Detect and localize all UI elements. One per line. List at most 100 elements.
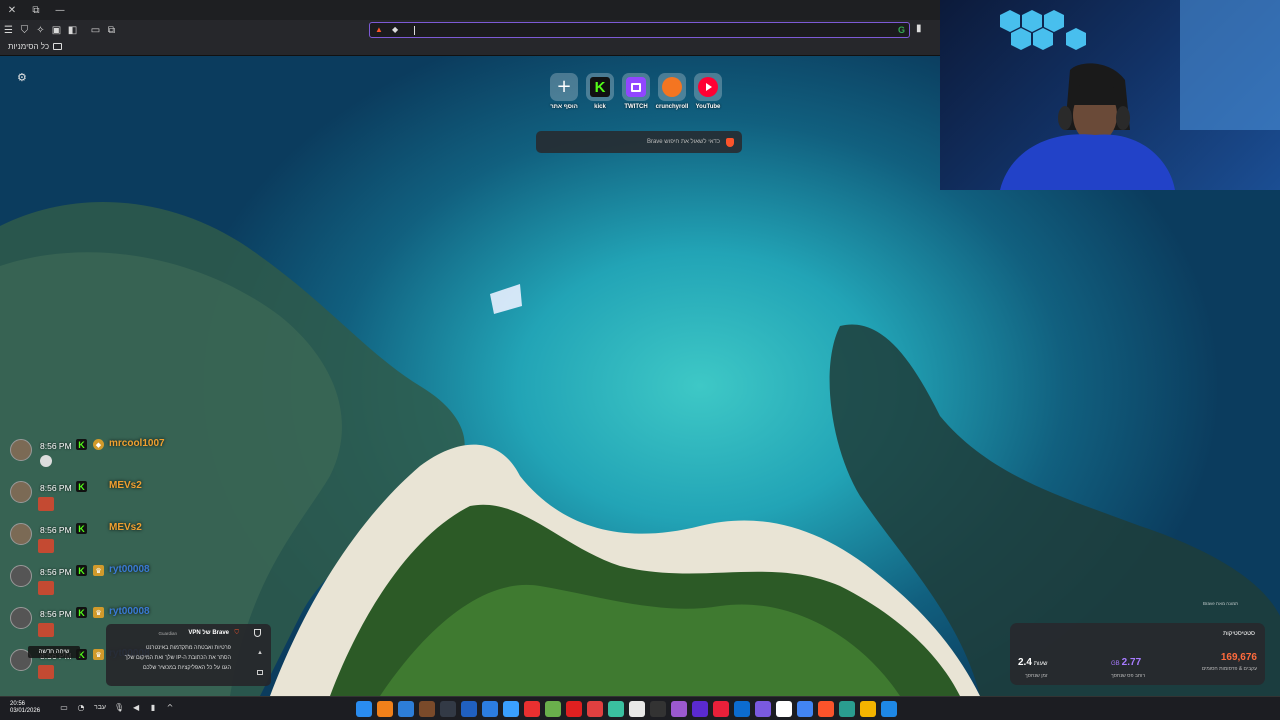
taskbar-app-icon[interactable] [587, 701, 603, 717]
sidebar-icon[interactable]: ◧ [65, 23, 80, 37]
taskbar-app-icon[interactable] [839, 701, 855, 717]
taskbar-app-icon[interactable] [650, 701, 666, 717]
kick-badge-icon: K [76, 481, 87, 492]
taskbar-app-icon[interactable] [734, 701, 750, 717]
taskbar-app-icon[interactable] [356, 701, 372, 717]
clock[interactable]: 20:56 03/01/2026 [10, 701, 40, 715]
taskbar-app-icon[interactable] [881, 701, 897, 717]
notification-icon[interactable]: ▭ [60, 703, 68, 712]
wifi-icon[interactable]: ◔ [77, 703, 85, 712]
taskbar-app-icon[interactable] [524, 701, 540, 717]
chevron-up-icon[interactable]: ^ [166, 703, 174, 712]
taskbar-app-icon[interactable] [860, 701, 876, 717]
top-site-add[interactable]: + הוסף אתר [550, 73, 578, 110]
sub-badge-icon: ◆ [93, 439, 104, 450]
twitch-icon [626, 77, 646, 97]
top-site-twitch[interactable]: TWITCH [622, 73, 650, 110]
brave-lion-icon [726, 137, 734, 147]
vpn-line: פרטיות ואבטחה מתקדמות באינטרנט [145, 645, 231, 651]
taskbar-app-icon[interactable] [671, 701, 687, 717]
top-site-crunchyroll[interactable]: crunchyroll [655, 73, 689, 110]
kick-badge-icon: K [76, 523, 87, 534]
taskbar-app-icon[interactable] [419, 701, 435, 717]
taskbar-app-icon[interactable] [692, 701, 708, 717]
taskbar-app-icon[interactable] [797, 701, 813, 717]
crown-badge-icon: ♛ [93, 649, 104, 660]
extensions-icon[interactable]: ⧉ [104, 23, 119, 37]
language-indicator[interactable]: עבר [94, 704, 106, 711]
youtube-icon [698, 77, 718, 97]
taskbar-app-icon[interactable] [461, 701, 477, 717]
top-site-youtube[interactable]: YouTube [694, 73, 722, 110]
stat-caption: זמן שנחסך [1025, 673, 1048, 679]
vpn-promo-card[interactable]: Guardian Brave של VPN ⛉ פרטיות ואבטחה מת… [106, 624, 271, 686]
taskbar-app-icon[interactable] [566, 701, 582, 717]
top-site-label: crunchyroll [655, 104, 689, 110]
bookmark-icon[interactable]: ▮ [916, 23, 922, 34]
taskbar-app-icon[interactable] [776, 701, 792, 717]
close-window-button[interactable]: ✕ [0, 0, 24, 20]
avatar [10, 439, 32, 461]
taskbar-apps [356, 701, 897, 717]
top-site-kick[interactable]: K kick [586, 73, 614, 110]
customize-gear-icon[interactable]: ⚙ [17, 71, 27, 84]
volume-icon[interactable]: ◀ [132, 703, 140, 712]
stats-heading: סטטיסטיקות [1223, 631, 1255, 637]
title-bar: ✕ ⧉ — [0, 0, 940, 20]
restore-window-button[interactable]: ⧉ [24, 0, 48, 20]
vpn-line: הסתר את הכתובת ה-IP שלך ואת המיקום שלך [124, 655, 231, 661]
rewards-icon[interactable]: ✧ [33, 23, 48, 37]
taskbar: 20:56 03/01/2026 ▭ ◔ עבר 🎙 ◀ ▮ ^ [0, 696, 1280, 720]
photo-credit[interactable]: תמונה מאת Brave [1203, 601, 1238, 606]
taskbar-app-icon[interactable] [818, 701, 834, 717]
taskbar-app-icon[interactable] [503, 701, 519, 717]
taskbar-app-icon[interactable] [482, 701, 498, 717]
chat-username: ryt00008 [109, 564, 150, 575]
top-site-label: TWITCH [624, 104, 648, 110]
screenshot-icon[interactable]: ▭ [88, 23, 103, 37]
vpn-shield-icon[interactable]: ◆ [392, 25, 404, 35]
browser-toolbar: ☰ ⛉ ✧ ▣ ◧ ▭ ⧉ ▲ ◆ G ▮ [0, 20, 940, 40]
chat-time: 8:56 PM [40, 483, 72, 493]
avatar [10, 565, 32, 587]
emote-icon [38, 665, 54, 679]
shield-icon[interactable]: ⛉ [17, 23, 32, 37]
taskbar-app-icon[interactable] [629, 701, 645, 717]
taskbar-app-icon[interactable] [440, 701, 456, 717]
chat-time: 8:56 PM [40, 441, 72, 451]
popout-icon[interactable] [257, 670, 263, 675]
brave-lion-icon[interactable]: ▲ [375, 25, 387, 35]
all-bookmarks-button[interactable]: כל הסימניות [8, 42, 63, 51]
tooltip: שיחה חדשה [28, 646, 80, 658]
crown-badge-icon: ♛ [93, 565, 104, 576]
chat-username: mrcool1007 [109, 438, 165, 449]
taskbar-app-icon[interactable] [713, 701, 729, 717]
chat-message: 8:56 PM K ◆ mrcool1007 [8, 436, 208, 478]
taskbar-app-icon[interactable] [755, 701, 771, 717]
bookmarks-bar: כל הסימניות [0, 40, 940, 56]
taskbar-app-icon[interactable] [545, 701, 561, 717]
avatar [10, 607, 32, 629]
search-input[interactable]: כדאי לשאול את חיפוש Brave [536, 131, 742, 153]
chat-time: 8:56 PM [40, 567, 72, 577]
taskbar-app-icon[interactable] [377, 701, 393, 717]
taskbar-app-icon[interactable] [398, 701, 414, 717]
stat-caption: עקבים & פרסומות חסומים [1201, 666, 1257, 672]
stat-value: 169,676 [1220, 652, 1257, 663]
chevron-up-icon[interactable]: ▲ [257, 650, 263, 656]
top-site-label: הוסף אתר [550, 104, 578, 110]
crunchyroll-icon [662, 77, 682, 97]
vpn-subtitle: Guardian [158, 631, 177, 636]
chat-message: 8:56 PM K ♛ ryt00008 [8, 562, 208, 604]
menu-icon[interactable]: ☰ [1, 23, 16, 37]
address-bar[interactable]: ▲ ◆ G [369, 22, 910, 38]
taskbar-app-icon[interactable] [608, 701, 624, 717]
minimize-window-button[interactable]: — [48, 0, 72, 20]
kick-icon: K [590, 77, 610, 97]
battery-icon[interactable]: ▮ [149, 703, 157, 712]
emote-icon [38, 497, 54, 511]
search-placeholder: כדאי לשאול את חיפוש Brave [646, 139, 720, 145]
crown-badge-icon: ♛ [93, 607, 104, 618]
wallet-icon[interactable]: ▣ [49, 23, 64, 37]
microphone-icon[interactable]: 🎙 [114, 703, 124, 712]
